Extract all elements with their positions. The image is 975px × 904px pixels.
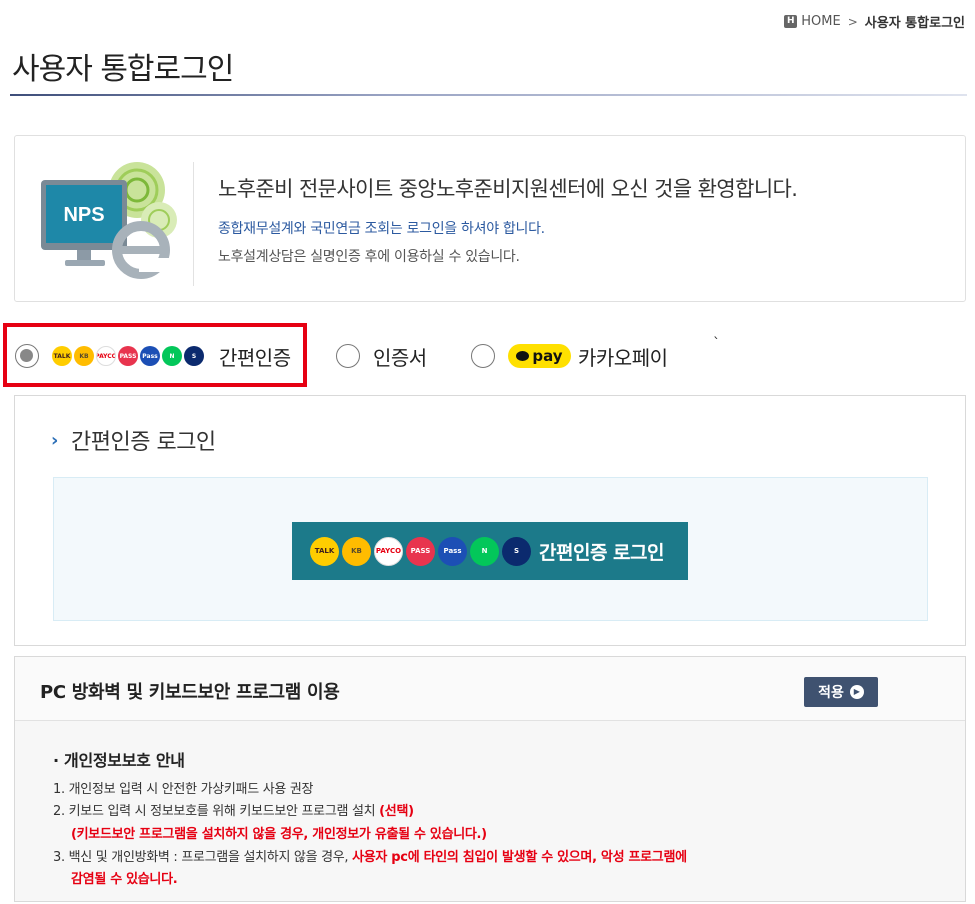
- kakaotalk-icon: TALK: [52, 346, 72, 366]
- privacy-line-1: 1. 개인정보 입력 시 안전한 가상키패드 사용 권장: [53, 782, 314, 797]
- login-button-area: TALK KB PAYCO PASS Pass N S 간편인증 로그인: [53, 477, 928, 621]
- simple-auth-label[interactable]: 간편인증: [219, 342, 291, 371]
- privacy-line-3-warning-cont: 감염될 수 있습니다.: [71, 872, 178, 887]
- simple-auth-radio[interactable]: [15, 344, 39, 368]
- certificate-radio[interactable]: [336, 344, 360, 368]
- security-title: PC 방화벽 및 키보드보안 프로그램 이용: [40, 682, 340, 703]
- shinhan-icon: S: [502, 536, 531, 566]
- privacy-line-2-text: 2. 키보드 입력 시 정보보호를 위해 키보드보안 프로그램 설치: [53, 804, 380, 819]
- login-required-notice: 종합재무설계와 국민연금 조회는 로그인을 하셔야 합니다.: [218, 221, 545, 237]
- security-program-box: PC 방화벽 및 키보드보안 프로그램 이용 적용 ▶ · 개인정보보호 안내 …: [14, 656, 966, 902]
- privacy-line-3-text: 3. 백신 및 개인방화벽 : 프로그램을 설치하지 않을 경우,: [53, 850, 353, 865]
- breadcrumb-home[interactable]: HOME: [801, 14, 840, 29]
- welcome-message: 노후준비 전문사이트 중앙노후준비지원센터에 오신 것을 환영합니다.: [218, 177, 798, 201]
- privacy-line-2: 2. 키보드 입력 시 정보보호를 위해 키보드보안 프로그램 설치 (선택): [53, 800, 414, 819]
- login-panel-heading: 간편인증 로그인: [71, 430, 216, 455]
- breadcrumb: H HOME > 사용자 통합로그인: [784, 12, 965, 31]
- kakaopay-logo-icon: pay: [508, 344, 571, 368]
- kakaopay-radio[interactable]: [471, 344, 495, 368]
- play-arrow-icon: ▶: [849, 685, 864, 699]
- privacy-line-3: 3. 백신 및 개인방화벽 : 프로그램을 설치하지 않을 경우, 사용자 pc…: [53, 846, 687, 865]
- apply-button-label: 적용: [818, 685, 844, 701]
- login-button-label: 간편인증 로그인: [539, 541, 664, 564]
- naver-icon: N: [162, 346, 182, 366]
- welcome-box: NPS 노후준비 전문사이트 중앙노후준비지원센터에 오신 것을 환영합니다. …: [14, 135, 966, 302]
- apply-button[interactable]: 적용 ▶: [804, 677, 878, 707]
- shinhan-icon: S: [184, 346, 204, 366]
- samsung-pass-icon: Pass: [438, 536, 467, 566]
- security-header: PC 방화벽 및 키보드보안 프로그램 이용 적용 ▶: [15, 657, 965, 721]
- verification-notice: 노후설계상담은 실명인증 후에 이용하실 수 있습니다.: [218, 249, 520, 265]
- optional-tag: (선택): [379, 804, 414, 819]
- privacy-heading: · 개인정보보호 안내: [53, 751, 185, 770]
- pass-icon: PASS: [406, 536, 435, 566]
- certificate-label[interactable]: 인증서: [373, 342, 427, 371]
- naver-icon: N: [470, 536, 499, 566]
- payco-icon: PAYCO: [374, 536, 403, 566]
- welcome-divider: [193, 162, 194, 286]
- stray-mark: `: [713, 336, 720, 352]
- page-title: 사용자 통합로그인: [12, 52, 234, 87]
- privacy-line-3-warning: 사용자 pc에 타인의 침입이 발생할 수 있으며, 악성 프로그램에: [352, 850, 687, 865]
- privacy-line-2-warning: (키보드보안 프로그램을 설치하지 않을 경우, 개인정보가 유출될 수 있습니…: [71, 827, 487, 842]
- login-method-selector: TALK KB PAYCO PASS Pass N S 간편인증 인증서 pay 카카오페이…: [0, 322, 975, 388]
- kakaopay-label[interactable]: 카카오페이: [578, 342, 668, 371]
- simple-auth-provider-icons: TALK KB PAYCO PASS Pass N S: [52, 346, 204, 366]
- chevron-right-icon: >: [847, 14, 858, 29]
- breadcrumb-current: 사용자 통합로그인: [864, 16, 965, 31]
- login-button-provider-icons: TALK KB PAYCO PASS Pass N S: [310, 536, 531, 566]
- payco-icon: PAYCO: [96, 346, 116, 366]
- samsung-pass-icon: Pass: [140, 346, 160, 366]
- kakaopay-badge-text: pay: [532, 347, 563, 365]
- chevron-right-icon: ›: [51, 430, 59, 451]
- kb-icon: KB: [342, 536, 371, 566]
- kb-icon: KB: [74, 346, 94, 366]
- simple-auth-login-button[interactable]: TALK KB PAYCO PASS Pass N S 간편인증 로그인: [292, 522, 688, 580]
- home-icon[interactable]: H: [784, 15, 798, 28]
- speech-bubble-icon: [516, 351, 530, 361]
- nps-logo-icon: NPS: [41, 162, 177, 279]
- pass-icon: PASS: [118, 346, 138, 366]
- kakaotalk-icon: TALK: [310, 536, 339, 566]
- simple-auth-login-panel: › 간편인증 로그인 TALK KB PAYCO PASS Pass N S 간편인증 로그…: [14, 395, 966, 646]
- nps-logo-text: NPS: [63, 204, 104, 226]
- title-divider: [10, 94, 967, 96]
